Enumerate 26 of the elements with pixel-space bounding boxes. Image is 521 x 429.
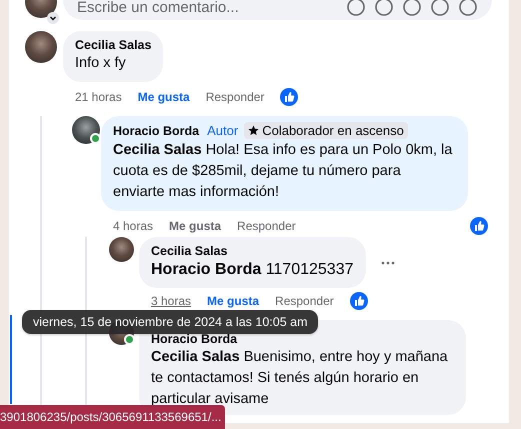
reply-link[interactable]: Responder — [206, 90, 264, 104]
user-avatar — [109, 237, 134, 262]
date-tooltip: viernes, 15 de noviembre de 2024 a las 10:05 am — [22, 310, 318, 334]
like-link[interactable]: Me gusta — [138, 90, 190, 104]
reply-link[interactable]: Responder — [275, 294, 334, 308]
comment-text: Horacio Borda 1170125337 — [151, 260, 354, 280]
status-url: 3901806235/posts/3065691133569651/... — [0, 405, 225, 429]
timestamp-link[interactable]: 3 horas — [151, 294, 192, 308]
more-options-icon[interactable] — [380, 260, 394, 264]
author-label: Autor — [207, 123, 238, 138]
comment-field[interactable]: Escribe un comentario... — [63, 0, 492, 20]
user-avatar — [25, 31, 57, 63]
comment-text: Cecilia Salas Hola! Esa info es para un Polo 0km, la cuota es de $285mil, dejame tu número para enviarte mas información! — [113, 141, 454, 202]
author-name[interactable]: Horacio Borda — [151, 332, 238, 346]
comment-text: Info x fy — [75, 54, 127, 73]
star-icon — [248, 125, 260, 136]
chevron-icon — [47, 12, 59, 24]
timestamp-link[interactable]: 4 horas — [113, 219, 154, 233]
like-link[interactable]: Me gusta — [169, 219, 222, 233]
like-link[interactable]: Me gusta — [207, 294, 260, 308]
author-name[interactable]: Horacio Borda — [113, 124, 200, 138]
reply-link[interactable]: Responder — [237, 219, 296, 233]
contributor-badge: Colaborador en ascenso — [244, 122, 408, 139]
timestamp-link[interactable]: 21 horas — [75, 90, 122, 104]
author-name[interactable]: Cecilia Salas — [75, 38, 152, 52]
author-name[interactable]: Cecilia Salas — [151, 244, 228, 258]
